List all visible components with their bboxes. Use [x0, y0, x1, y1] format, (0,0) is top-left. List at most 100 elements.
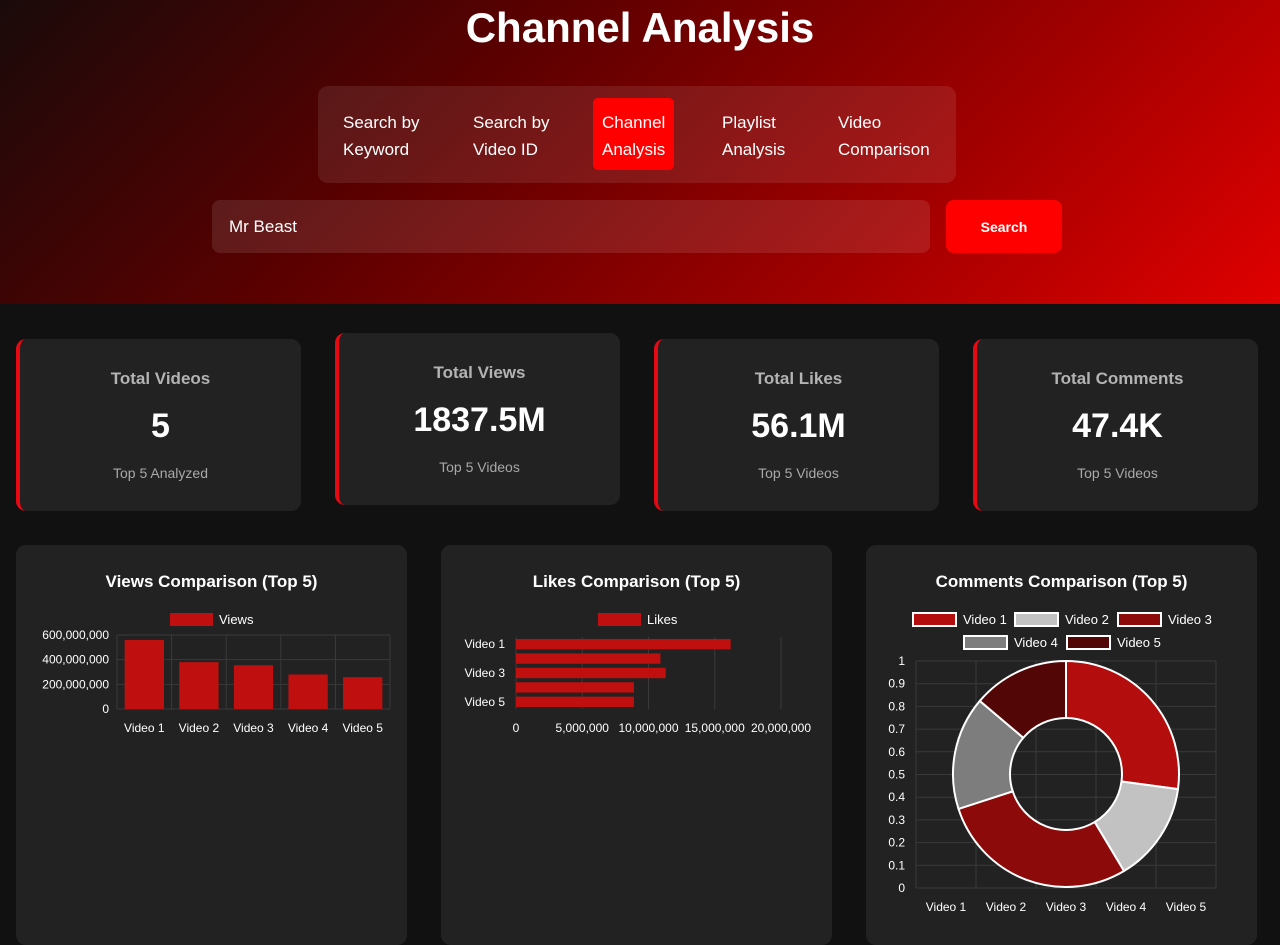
- y-tick-label: 0.2: [888, 836, 905, 850]
- stat-title: Total Views: [433, 363, 526, 382]
- bar: [516, 682, 634, 693]
- x-tick-label: Video 2: [986, 900, 1027, 914]
- tab-label-line2: Analysis: [722, 140, 786, 159]
- legend-label: Views: [219, 612, 254, 627]
- y-tick-label: 0.8: [888, 699, 905, 713]
- y-tick-label: Video 1: [465, 637, 506, 651]
- x-tick-label: 0: [513, 721, 520, 735]
- tab-label-line1: Playlist: [722, 113, 776, 132]
- x-tick-label: Video 5: [1166, 900, 1207, 914]
- y-tick-label: 0.4: [888, 790, 905, 804]
- bar: [516, 696, 634, 707]
- x-tick-label: 10,000,000: [618, 721, 678, 735]
- tab-label-line1: Search by: [473, 113, 550, 132]
- y-tick-label: 0.3: [888, 813, 905, 827]
- stat-value: 5: [151, 407, 170, 445]
- tab-label-line2: Keyword: [343, 140, 410, 159]
- tab-bar: Search by Keyword Search by Video ID Cha…: [318, 86, 956, 183]
- comments-chart-card: Comments Comparison (Top 5) Video 1 Video…: [866, 545, 1257, 945]
- tab-label-line2: Comparison: [838, 140, 930, 159]
- tab-label-line1: Video: [838, 113, 882, 132]
- bar: [516, 653, 661, 664]
- stat-title: Total Comments: [1051, 369, 1184, 388]
- legend-swatch: [1066, 635, 1111, 650]
- stat-subtitle: Top 5 Videos: [439, 459, 520, 475]
- bar: [233, 665, 274, 709]
- tab-label-line1: Search by: [343, 113, 420, 132]
- y-tick-label: 600,000,000: [42, 628, 109, 642]
- x-tick-label: Video 2: [179, 721, 220, 735]
- x-tick-label: Video 4: [288, 721, 329, 735]
- views-chart-card: Views Comparison (Top 5) Views 0 200,000,0…: [16, 545, 407, 945]
- legend-swatch: [963, 635, 1008, 650]
- legend-label: Video 1: [963, 612, 1007, 627]
- bar: [343, 677, 383, 709]
- stat-card-total-likes: Total Likes 56.1M Top 5 Videos: [654, 339, 939, 511]
- bar: [124, 639, 164, 709]
- x-tick-label: Video 1: [926, 900, 967, 914]
- legend-label: Video 5: [1117, 635, 1161, 650]
- tab-playlist-analysis[interactable]: Playlist Analysis: [713, 98, 794, 170]
- x-tick-label: Video 4: [1106, 900, 1147, 914]
- legend-label: Video 4: [1014, 635, 1058, 650]
- tab-search-by-keyword[interactable]: Search by Keyword: [334, 98, 429, 170]
- legend-swatch: [1117, 612, 1162, 627]
- stat-subtitle: Top 5 Videos: [1077, 465, 1158, 481]
- stat-title: Total Likes: [754, 369, 843, 388]
- stat-subtitle: Top 5 Analyzed: [113, 465, 208, 481]
- tab-label-line1: Channel: [602, 113, 666, 132]
- search-button[interactable]: Search: [946, 200, 1062, 253]
- y-tick-label: 0: [898, 881, 905, 895]
- y-tick-label: Video 5: [465, 695, 506, 709]
- views-chart: Views 0 200,000,000 400,000,000 600,000,000 V…: [42, 612, 391, 735]
- x-tick-label: Video 1: [124, 721, 165, 735]
- stat-value: 56.1M: [751, 407, 846, 445]
- search-input[interactable]: [212, 200, 930, 253]
- tab-search-by-video-id[interactable]: Search by Video ID: [464, 98, 559, 170]
- stat-card-total-comments: Total Comments 47.4K Top 5 Videos: [973, 339, 1258, 511]
- page-title: Channel Analysis: [465, 4, 815, 51]
- x-tick-label: Video 5: [342, 721, 383, 735]
- likes-chart-card: Likes Comparison (Top 5) Likes 0 5,000,000…: [441, 545, 832, 945]
- x-tick-label: Video 3: [233, 721, 274, 735]
- doughnut-slice: [1065, 659, 1180, 791]
- stat-title: Total Videos: [110, 369, 211, 388]
- bar: [288, 674, 328, 709]
- x-tick-label: Video 3: [1046, 900, 1087, 914]
- y-tick-label: 0.6: [888, 745, 905, 759]
- tab-label-line2: Analysis: [602, 140, 666, 159]
- tab-label-line2: Video ID: [473, 140, 538, 159]
- comments-chart: Video 1 Video 2 Video 3 Video 4 Video 5 0 0.1 0…: [888, 612, 1217, 914]
- doughnut-slice: [957, 790, 1126, 888]
- stat-subtitle: Top 5 Videos: [758, 465, 839, 481]
- y-tick-label: 0.7: [888, 722, 905, 736]
- stat-card-total-videos: Total Videos 5 Top 5 Analyzed: [16, 339, 301, 511]
- legend-label: Video 2: [1065, 612, 1109, 627]
- y-tick-label: 200,000,000: [42, 677, 109, 691]
- tab-channel-analysis[interactable]: Channel Analysis: [593, 98, 675, 170]
- tab-video-comparison[interactable]: Video Comparison: [829, 98, 939, 170]
- header-banner: Channel Analysis Search by Keyword Searc…: [0, 0, 1280, 304]
- legend-swatch: [170, 613, 213, 626]
- legend-label: Likes: [647, 612, 678, 627]
- y-tick-label: 400,000,000: [42, 653, 109, 667]
- stat-card-total-views: Total Views 1837.5M Top 5 Videos: [335, 333, 620, 505]
- y-tick-label: 0.9: [888, 677, 905, 691]
- y-tick-label: 0.1: [888, 858, 905, 872]
- likes-chart: Likes 0 5,000,000 10,000,000 15,000,000 20,00…: [465, 612, 812, 735]
- bar: [179, 662, 219, 709]
- y-tick-label: 1: [898, 654, 905, 668]
- x-tick-label: 15,000,000: [685, 721, 745, 735]
- legend-swatch: [1014, 612, 1059, 627]
- y-tick-label: 0.5: [888, 768, 905, 782]
- legend-swatch: [598, 613, 641, 626]
- stat-value: 47.4K: [1072, 407, 1163, 445]
- x-tick-label: 5,000,000: [556, 721, 610, 735]
- x-tick-label: 20,000,000: [751, 721, 811, 735]
- y-tick-label: Video 3: [465, 666, 506, 680]
- legend-label: Video 3: [1168, 612, 1212, 627]
- y-tick-label: 0: [102, 702, 109, 716]
- bar: [516, 667, 666, 679]
- legend-swatch: [912, 612, 957, 627]
- stat-value: 1837.5M: [413, 401, 546, 439]
